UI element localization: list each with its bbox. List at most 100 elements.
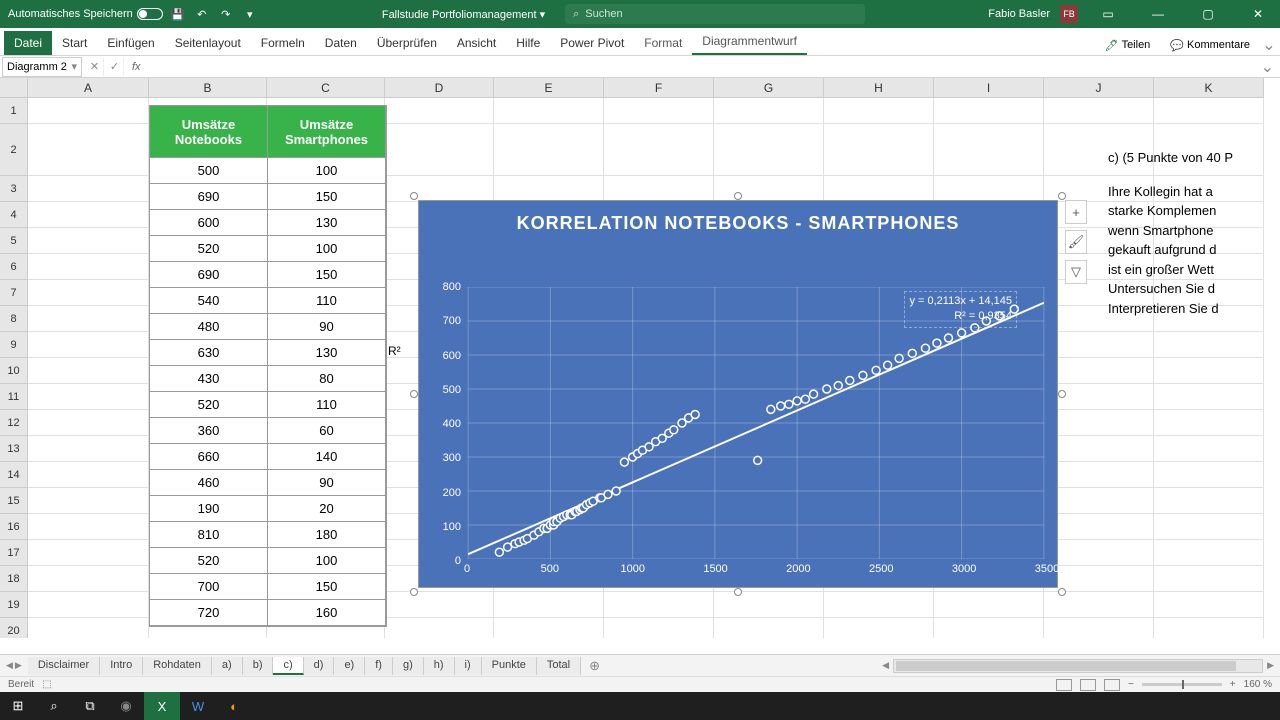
col-header[interactable]: K bbox=[1154, 78, 1264, 98]
row-header[interactable]: 7 bbox=[0, 280, 28, 306]
row-header[interactable]: 5 bbox=[0, 228, 28, 254]
sheet-tab[interactable]: Intro bbox=[100, 657, 143, 675]
document-title[interactable]: Fallstudie Portfoliomanagement ▾ bbox=[382, 8, 545, 21]
start-button[interactable]: ⊞ bbox=[0, 692, 36, 720]
row-header[interactable]: 4 bbox=[0, 202, 28, 228]
name-box[interactable]: Diagramm 2▾ bbox=[2, 57, 82, 77]
word-taskbar-icon[interactable]: W bbox=[180, 692, 216, 720]
tab-format[interactable]: Format bbox=[634, 31, 692, 55]
col-header[interactable]: I bbox=[934, 78, 1044, 98]
chart-elements-button[interactable]: + bbox=[1065, 200, 1087, 224]
sheet-tab[interactable]: e) bbox=[334, 657, 365, 675]
tab-formeln[interactable]: Formeln bbox=[251, 31, 315, 55]
minimize-button[interactable]: — bbox=[1138, 0, 1178, 28]
undo-icon[interactable]: ↶ bbox=[193, 5, 211, 23]
col-header[interactable]: J bbox=[1044, 78, 1154, 98]
chart-object[interactable]: KORRELATION NOTEBOOKS - SMARTPHONES 0100… bbox=[418, 200, 1058, 588]
row-header[interactable]: 19 bbox=[0, 592, 28, 618]
qat-more-icon[interactable]: ▾ bbox=[241, 5, 259, 23]
select-all-corner[interactable] bbox=[0, 78, 28, 98]
row-header[interactable]: 17 bbox=[0, 540, 28, 566]
sheet-tab[interactable]: b) bbox=[243, 657, 274, 675]
row-header[interactable]: 2 bbox=[0, 124, 28, 176]
zoom-level[interactable]: 160 % bbox=[1244, 679, 1272, 690]
col-header[interactable]: H bbox=[824, 78, 934, 98]
row-header[interactable]: 6 bbox=[0, 254, 28, 280]
tab-ansicht[interactable]: Ansicht bbox=[447, 31, 506, 55]
comments-button[interactable]: 💬Kommentare bbox=[1162, 36, 1258, 55]
tab-power pivot[interactable]: Power Pivot bbox=[550, 31, 634, 55]
chart-styles-button[interactable]: 🖌 bbox=[1065, 230, 1087, 254]
row-header[interactable]: 16 bbox=[0, 514, 28, 540]
maximize-button[interactable]: ▢ bbox=[1188, 0, 1228, 28]
zoom-in-icon[interactable]: + bbox=[1230, 679, 1236, 690]
tab-file[interactable]: Datei bbox=[4, 31, 52, 55]
col-header[interactable]: C bbox=[267, 78, 385, 98]
row-header[interactable]: 8 bbox=[0, 306, 28, 332]
enter-formula-icon[interactable]: ✓ bbox=[106, 58, 124, 76]
tab-start[interactable]: Start bbox=[52, 31, 97, 55]
normal-view-icon[interactable] bbox=[1056, 679, 1072, 691]
macro-record-icon[interactable]: ⬚ bbox=[42, 679, 51, 690]
page-layout-view-icon[interactable] bbox=[1080, 679, 1096, 691]
new-sheet-button[interactable]: ⊕ bbox=[581, 658, 608, 674]
row-header[interactable]: 9 bbox=[0, 332, 28, 358]
autosave-toggle[interactable]: Automatisches Speichern bbox=[8, 8, 163, 20]
ribbon-options-icon[interactable]: ▭ bbox=[1088, 0, 1128, 28]
fx-icon[interactable]: fx bbox=[128, 61, 145, 73]
obs-icon[interactable]: ◉ bbox=[108, 692, 144, 720]
sheet-tab[interactable]: g) bbox=[393, 657, 424, 675]
col-header[interactable]: A bbox=[28, 78, 149, 98]
sheet-tab[interactable]: a) bbox=[212, 657, 243, 675]
horizontal-scrollbar[interactable] bbox=[893, 659, 1263, 673]
search-taskbar-icon[interactable]: ⌕ bbox=[36, 692, 72, 720]
col-header[interactable]: G bbox=[714, 78, 824, 98]
row-header[interactable]: 14 bbox=[0, 462, 28, 488]
page-break-view-icon[interactable] bbox=[1104, 679, 1120, 691]
save-icon[interactable]: 💾 bbox=[169, 5, 187, 23]
search-box[interactable]: ⌕ Suchen bbox=[565, 4, 865, 24]
row-header[interactable]: 20 bbox=[0, 618, 28, 638]
formula-input[interactable] bbox=[145, 57, 1255, 77]
tab-seitenlayout[interactable]: Seitenlayout bbox=[165, 31, 251, 55]
sheet-tab[interactable]: Punkte bbox=[482, 657, 537, 675]
row-header[interactable]: 11 bbox=[0, 384, 28, 410]
sheet-tab[interactable]: f) bbox=[365, 657, 393, 675]
zoom-slider[interactable] bbox=[1142, 683, 1222, 686]
tab-hilfe[interactable]: Hilfe bbox=[506, 31, 550, 55]
sheet-tab[interactable]: Total bbox=[537, 657, 581, 675]
task-view-icon[interactable]: ⧉ bbox=[72, 692, 108, 720]
user-avatar[interactable]: FB bbox=[1060, 5, 1078, 23]
close-button[interactable]: ✕ bbox=[1238, 0, 1278, 28]
zoom-out-icon[interactable]: − bbox=[1128, 679, 1134, 690]
tab-diagrammentwurf[interactable]: Diagrammentwurf bbox=[692, 29, 807, 55]
expand-formula-icon[interactable]: ⌄ bbox=[1255, 57, 1280, 77]
tab-daten[interactable]: Daten bbox=[315, 31, 367, 55]
row-header[interactable]: 10 bbox=[0, 358, 28, 384]
redo-icon[interactable]: ↷ bbox=[217, 5, 235, 23]
sheet-tab[interactable]: Rohdaten bbox=[143, 657, 212, 675]
row-header[interactable]: 13 bbox=[0, 436, 28, 462]
share-button[interactable]: 🖊Teilen bbox=[1097, 36, 1159, 55]
sheet-tab[interactable]: d) bbox=[304, 657, 335, 675]
cancel-formula-icon[interactable]: ✕ bbox=[86, 58, 104, 76]
excel-taskbar-icon[interactable]: X bbox=[144, 692, 180, 720]
next-sheet-icon[interactable]: ▶ bbox=[15, 660, 22, 671]
prev-sheet-icon[interactable]: ◀ bbox=[6, 660, 13, 671]
col-header[interactable]: F bbox=[604, 78, 714, 98]
sheet-tab[interactable]: h) bbox=[424, 657, 455, 675]
collapse-ribbon-icon[interactable]: ⌄ bbox=[1262, 35, 1276, 55]
row-header[interactable]: 18 bbox=[0, 566, 28, 592]
sheet-tab[interactable]: Disclaimer bbox=[28, 657, 100, 675]
row-header[interactable]: 1 bbox=[0, 98, 28, 124]
trendline-equation[interactable]: y = 0,2113x + 14,145 R² = 0,9354 bbox=[904, 291, 1017, 328]
row-header[interactable]: 15 bbox=[0, 488, 28, 514]
firefox-taskbar-icon[interactable]: ◐ bbox=[216, 692, 252, 720]
row-header[interactable]: 12 bbox=[0, 410, 28, 436]
tab-einfügen[interactable]: Einfügen bbox=[97, 31, 164, 55]
col-header[interactable]: D bbox=[385, 78, 494, 98]
user-name[interactable]: Fabio Basler bbox=[988, 8, 1050, 20]
worksheet[interactable]: ABCDEFGHIJK 1234567891011121314151617181… bbox=[0, 78, 1280, 638]
col-header[interactable]: E bbox=[494, 78, 604, 98]
col-header[interactable]: B bbox=[149, 78, 267, 98]
